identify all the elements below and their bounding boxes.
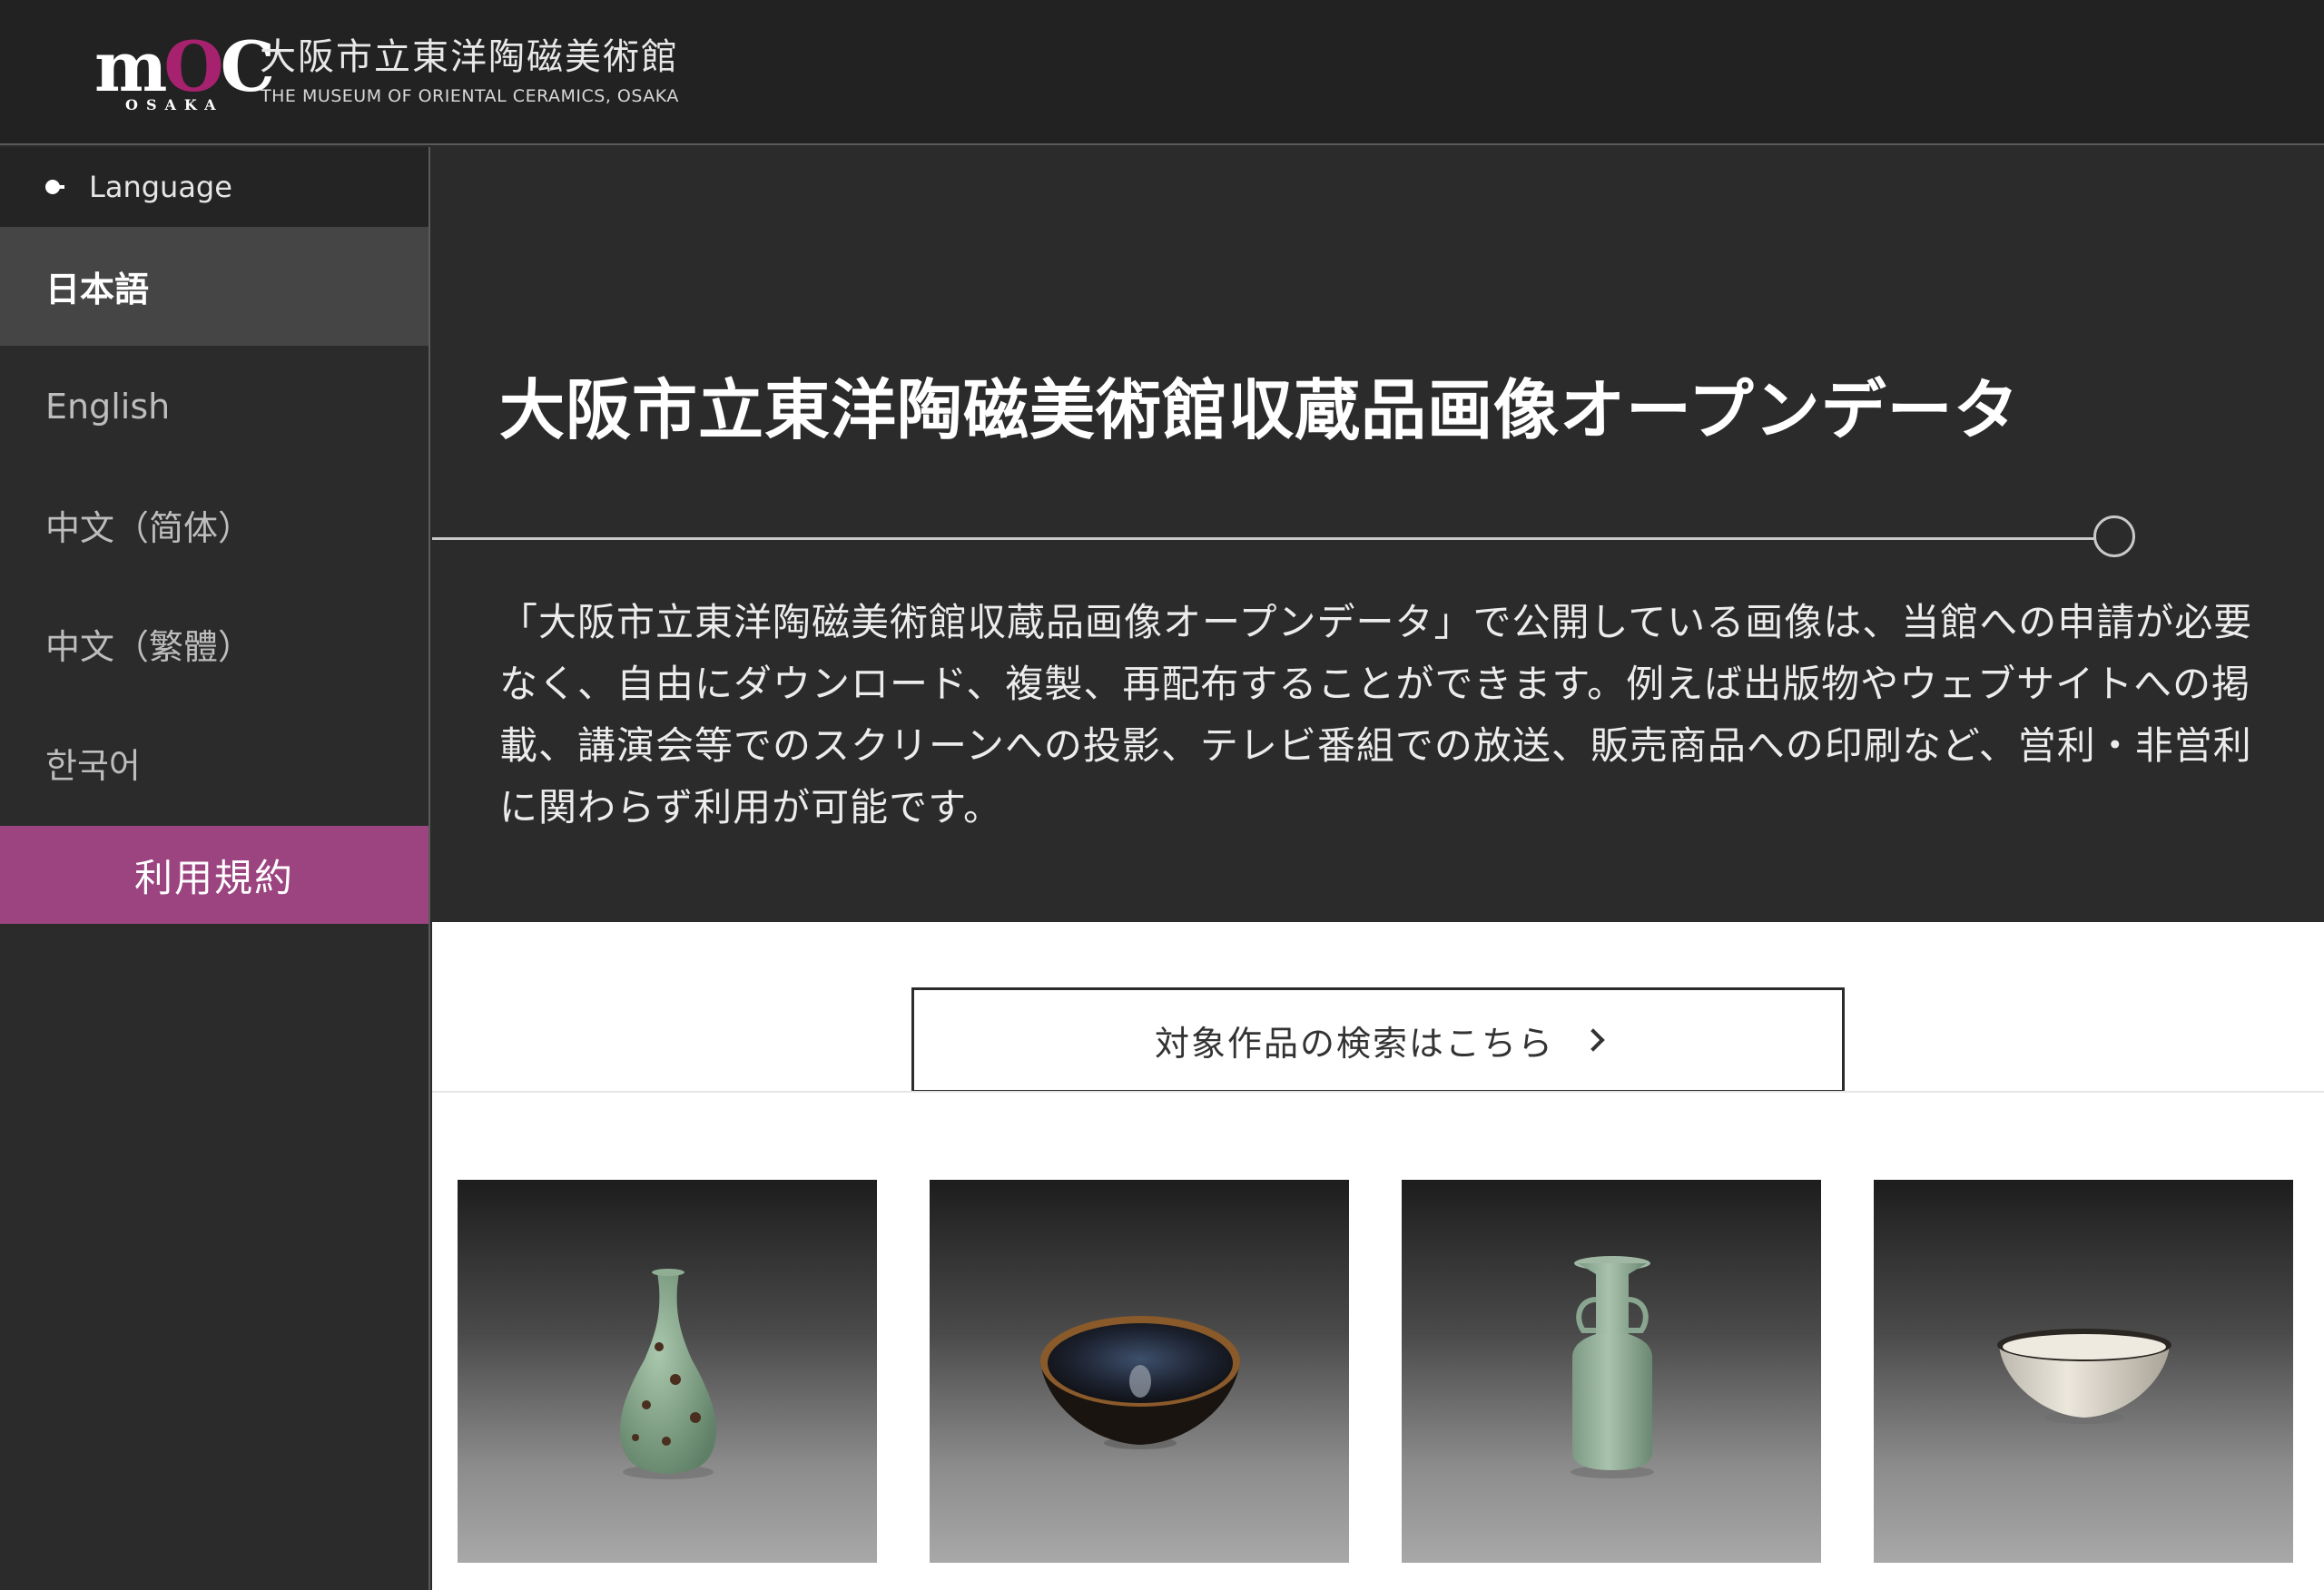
search-collection-button[interactable]: 対象作品の検索はこちら [911, 987, 1845, 1093]
logo-sub: OSAKA [125, 96, 224, 113]
language-bullet-icon [45, 180, 64, 194]
content-section: 対象作品の検索はこちら [432, 922, 2324, 1590]
celadon-mallet-vase-icon [1571, 1256, 1654, 1478]
page-title: 大阪市立東洋陶磁美術館収蔵品画像オープンデータ [499, 371, 2020, 448]
lang-item-english[interactable]: English [0, 347, 428, 466]
white-bowl-icon [1997, 1329, 2171, 1424]
artwork-thumbnail[interactable] [1874, 1180, 2293, 1563]
lang-item-korean[interactable]: 한국어 [0, 703, 428, 822]
divider-circle-icon [2093, 515, 2135, 557]
tenmoku-bowl-icon [1040, 1316, 1240, 1449]
artwork-thumbnail[interactable] [458, 1180, 877, 1563]
language-label: Language [89, 170, 232, 204]
museum-logo[interactable]: mOC OSAKA [94, 31, 275, 114]
lang-item-chinese-simplified[interactable]: 中文（简体） [0, 466, 428, 584]
intro-text: 「大阪市立東洋陶磁美術館収蔵品画像オープンデータ」で公開している画像は、当館への… [499, 600, 2253, 829]
site-header: mOC OSAKA 大阪市立東洋陶磁美術館 THE MUSEUM OF ORIE… [0, 0, 2324, 145]
content-divider [432, 1091, 2324, 1093]
chevron-right-icon [1581, 1028, 1605, 1052]
lang-item-chinese-traditional[interactable]: 中文（繁體） [0, 584, 428, 703]
brand-name-en[interactable]: THE MUSEUM OF ORIENTAL CERAMICS, OSAKA [261, 85, 679, 107]
artwork-thumbnail[interactable] [930, 1180, 1349, 1563]
language-header: Language [0, 147, 428, 227]
celadon-vase-icon [620, 1269, 716, 1479]
title-divider [432, 537, 2115, 540]
search-button-label: 対象作品の検索はこちら [1154, 1023, 1554, 1064]
terms-of-use-button[interactable]: 利用規約 [0, 826, 428, 924]
lang-item-japanese[interactable]: 日本語 [0, 227, 428, 346]
logo-letters: mOC [94, 26, 275, 107]
artwork-thumbnail[interactable] [1402, 1180, 1821, 1563]
sidebar: Language 日本語 English 中文（简体） 中文（繁體） 한국어 利… [0, 147, 430, 1590]
hero-section: 大阪市立東洋陶磁美術館収蔵品画像オープンデータ 「大阪市立東洋陶磁美術館収蔵品画… [432, 147, 2324, 922]
brand-name-ja[interactable]: 大阪市立東洋陶磁美術館 [260, 34, 679, 80]
